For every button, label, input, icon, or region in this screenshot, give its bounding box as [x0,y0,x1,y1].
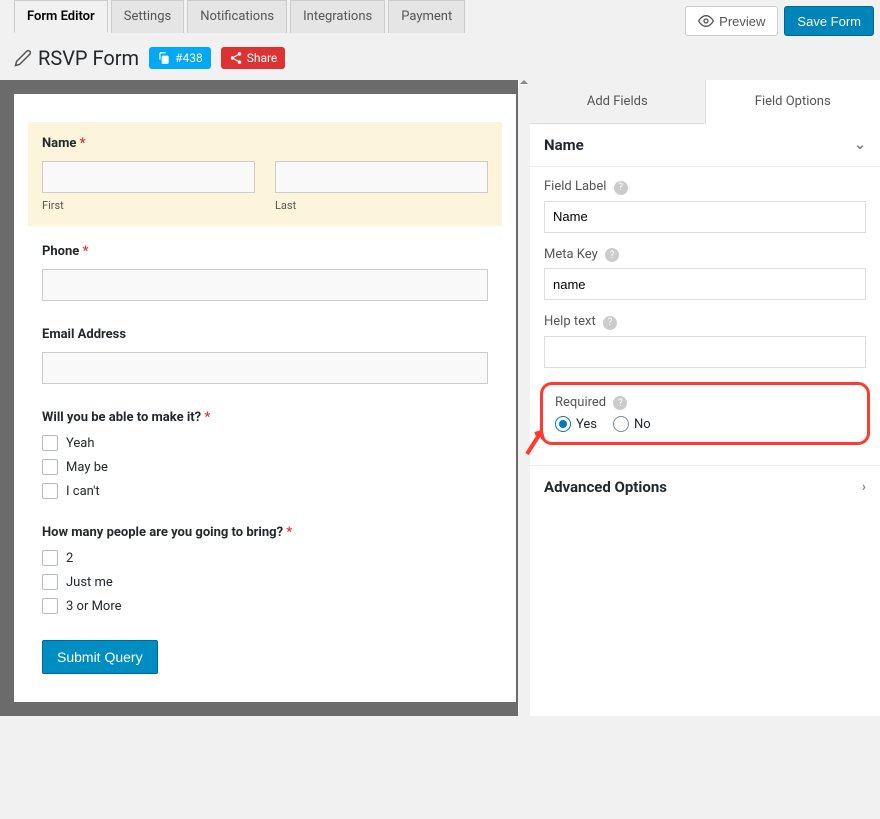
share-button[interactable]: Share [221,47,286,69]
help-text-label: Help text ? [544,314,866,330]
preview-button[interactable]: Preview [685,6,778,36]
checkbox-icon [42,598,58,614]
checkbox-icon [42,435,58,451]
preview-scrollbar[interactable] [518,80,530,716]
chevron-right-icon: › [862,479,866,495]
required-label: Required ? [555,395,855,411]
checkbox-icon [42,459,58,475]
required-no[interactable]: No [613,416,651,432]
eye-icon [698,13,714,29]
field-guests[interactable]: How many people are you going to bring? … [42,525,488,614]
attend-opt-0[interactable]: Yeah [42,435,488,451]
guests-opt-0[interactable]: 2 [42,550,488,566]
copy-icon [157,51,171,65]
name-label: Name * [42,136,488,151]
help-icon[interactable]: ? [605,248,619,262]
pencil-icon [14,49,32,67]
advanced-options-label: Advanced Options [544,478,667,496]
field-phone[interactable]: Phone * [42,244,488,301]
email-input[interactable] [42,352,488,384]
panel-header-name[interactable]: Name ⌄ [530,124,880,167]
side-tab-field-options[interactable]: Field Options [705,80,880,124]
tab-settings[interactable]: Settings [111,0,184,33]
phone-label: Phone * [42,244,488,259]
form-title: RSVP Form [14,46,139,70]
guests-opt-1[interactable]: Just me [42,574,488,590]
checkbox-icon [42,483,58,499]
sidebar: Add Fields Field Options Name ⌄ Field La… [530,80,880,716]
main-tabs: Form Editor Settings Notifications Integ… [14,0,465,33]
meta-key-label: Meta Key ? [544,247,866,263]
panel-title: Name [544,136,584,154]
share-label: Share [247,51,278,65]
tab-payment[interactable]: Payment [388,0,465,33]
highlight-annotation: Required ? Yes No [540,382,870,446]
side-tab-add-fields[interactable]: Add Fields [530,80,705,124]
email-label: Email Address [42,327,488,342]
tab-form-editor[interactable]: Form Editor [14,0,108,33]
advanced-options-toggle[interactable]: Advanced Options › [530,465,880,508]
save-form-button[interactable]: Save Form [784,6,874,36]
help-icon[interactable]: ? [613,396,627,410]
guests-opt-2[interactable]: 3 or More [42,598,488,614]
attend-opt-2[interactable]: I can't [42,483,488,499]
field-label-input[interactable] [544,201,866,233]
preview-label: Preview [719,14,765,29]
radio-icon [613,416,629,432]
attend-opt-1[interactable]: May be [42,459,488,475]
phone-input[interactable] [42,269,488,301]
guests-label: How many people are you going to bring? … [42,525,488,540]
tab-integrations[interactable]: Integrations [290,0,385,33]
field-email[interactable]: Email Address [42,327,488,384]
checkbox-icon [42,574,58,590]
first-sublabel: First [42,199,255,212]
arrow-annotation-icon [523,424,551,458]
last-name-input[interactable] [275,161,488,193]
tab-notifications[interactable]: Notifications [187,0,287,33]
radio-icon [555,416,571,432]
meta-key-input[interactable] [544,268,866,300]
submit-button[interactable]: Submit Query [42,640,158,674]
form-id-text: #438 [175,51,203,65]
last-sublabel: Last [275,199,488,212]
field-label-label: Field Label ? [544,179,866,195]
form-preview: Name * First Last Phone * Email A [0,80,530,716]
form-title-text: RSVP Form [38,46,139,70]
help-icon[interactable]: ? [614,181,628,195]
help-icon[interactable]: ? [603,316,617,330]
share-icon [229,51,243,65]
field-attend[interactable]: Will you be able to make it? * Yeah May … [42,410,488,499]
checkbox-icon [42,550,58,566]
field-name[interactable]: Name * First Last [28,122,502,226]
form-id-badge[interactable]: #438 [149,47,211,69]
help-text-input[interactable] [544,336,866,368]
required-yes[interactable]: Yes [555,416,597,432]
chevron-down-icon: ⌄ [854,137,866,153]
attend-label: Will you be able to make it? * [42,410,488,425]
first-name-input[interactable] [42,161,255,193]
